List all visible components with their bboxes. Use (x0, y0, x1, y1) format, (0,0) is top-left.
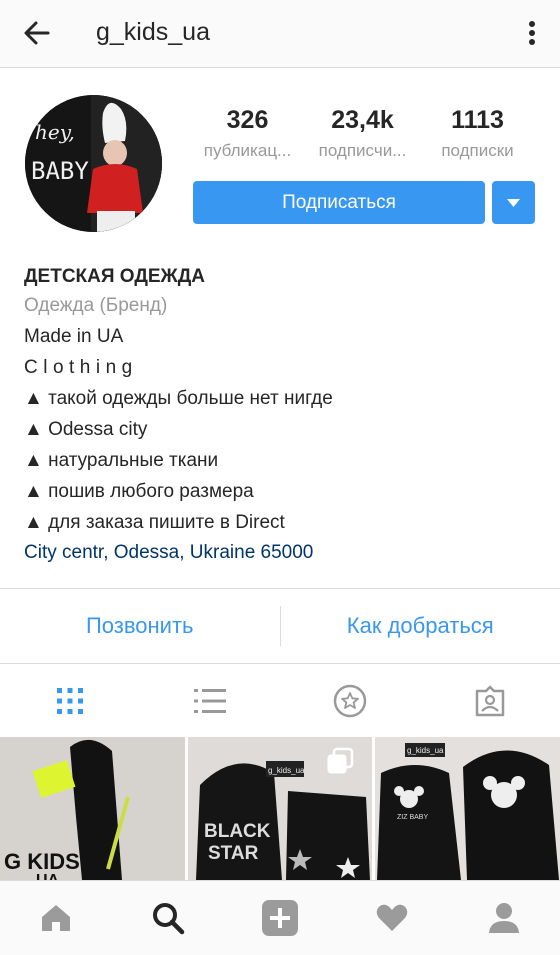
bio-address-link[interactable]: City centr, Odessa, Ukraine 65000 (24, 538, 544, 568)
bottom-navigation (0, 880, 560, 955)
stat-followers-value: 23,4k (331, 106, 394, 134)
avatar-text-hey: hey, (35, 120, 75, 144)
bio-line: ▲ натуральные ткани (24, 450, 219, 471)
post-thumbnail[interactable]: g_kids_ua BLACK STAR (187, 737, 373, 880)
post-text: G KIDS (4, 849, 80, 874)
avatar-text-baby: BABY (31, 157, 89, 185)
top-bar: g_kids_ua (0, 0, 560, 68)
more-options-button[interactable] (520, 16, 544, 50)
stat-following[interactable]: 1113 подписки (420, 103, 535, 167)
bio-line: Made in UA (24, 326, 124, 347)
contact-actions: Позвонить Как добраться (0, 588, 560, 664)
grid-icon (57, 688, 83, 714)
tab-saved[interactable] (280, 665, 420, 737)
stat-posts[interactable]: 326 публикац... (190, 103, 305, 167)
tab-tagged[interactable] (420, 665, 560, 737)
stat-following-label: подписки (441, 141, 514, 160)
post-tag-text: g_kids_ua (407, 746, 444, 755)
stat-followers[interactable]: 23,4k подписчи... (305, 103, 420, 167)
nav-activity[interactable] (336, 881, 448, 955)
stat-posts-value: 326 (226, 106, 269, 134)
profile-bio: ДЕТСКАЯ ОДЕЖДА Одежда (Бренд) Made in UA… (24, 262, 544, 568)
directions-button[interactable]: Как добраться (281, 613, 560, 639)
nav-profile[interactable] (448, 881, 560, 955)
post-text: STAR (208, 843, 259, 864)
more-vertical-icon (529, 21, 535, 45)
list-icon (194, 689, 226, 713)
post-text: UA (36, 872, 60, 880)
tagged-user-icon (475, 685, 505, 717)
profile-username-title: g_kids_ua (96, 18, 210, 46)
profile-icon (489, 903, 519, 933)
post-tag-text: g_kids_ua (268, 766, 305, 775)
tab-list[interactable] (140, 665, 280, 737)
nav-home[interactable] (0, 881, 112, 955)
stat-following-value: 1113 (451, 106, 504, 134)
bio-line: Clothing (24, 357, 138, 378)
search-icon (153, 903, 185, 935)
nav-search[interactable] (112, 881, 224, 955)
profile-view-tabs (0, 665, 560, 737)
post-text: ZIZ BABY (397, 814, 428, 821)
bio-line: ▲ такой одежды больше нет нигде (24, 388, 333, 409)
profile-stats: 326 публикац... 23,4k подписчи... 1113 п… (190, 103, 535, 167)
add-icon (262, 900, 298, 936)
bio-line: ▲ пошив любого размера (24, 481, 254, 502)
call-button[interactable]: Позвонить (0, 613, 280, 639)
suggestions-dropdown-button[interactable] (492, 181, 535, 224)
home-icon (42, 905, 70, 931)
post-text: BLACK (204, 821, 271, 842)
arrow-left-icon (24, 21, 50, 45)
heart-icon (376, 904, 408, 931)
tab-grid[interactable] (0, 665, 140, 737)
follow-button[interactable]: Подписаться (193, 181, 485, 224)
stat-followers-label: подписчи... (318, 141, 407, 160)
bio-category: Одежда (Бренд) (24, 295, 168, 316)
stat-posts-label: публикац... (203, 141, 292, 160)
caret-down-icon (507, 199, 520, 207)
post-thumbnail[interactable]: G KIDS UA (0, 737, 185, 880)
back-button[interactable] (20, 16, 54, 50)
bio-line: ▲ для заказа пишите в Direct (24, 512, 285, 533)
posts-grid: G KIDS UA g_kids_ua BLACK STAR g_kid (0, 737, 560, 880)
bio-line: ▲ Odessa city (24, 419, 148, 440)
bio-name: ДЕТСКАЯ ОДЕЖДА (24, 266, 205, 287)
nav-add-post[interactable] (224, 881, 336, 955)
profile-avatar[interactable]: hey, BABY (25, 95, 162, 232)
star-circle-icon (333, 684, 367, 718)
post-thumbnail[interactable]: g_kids_ua ZIZ BABY (375, 737, 560, 880)
